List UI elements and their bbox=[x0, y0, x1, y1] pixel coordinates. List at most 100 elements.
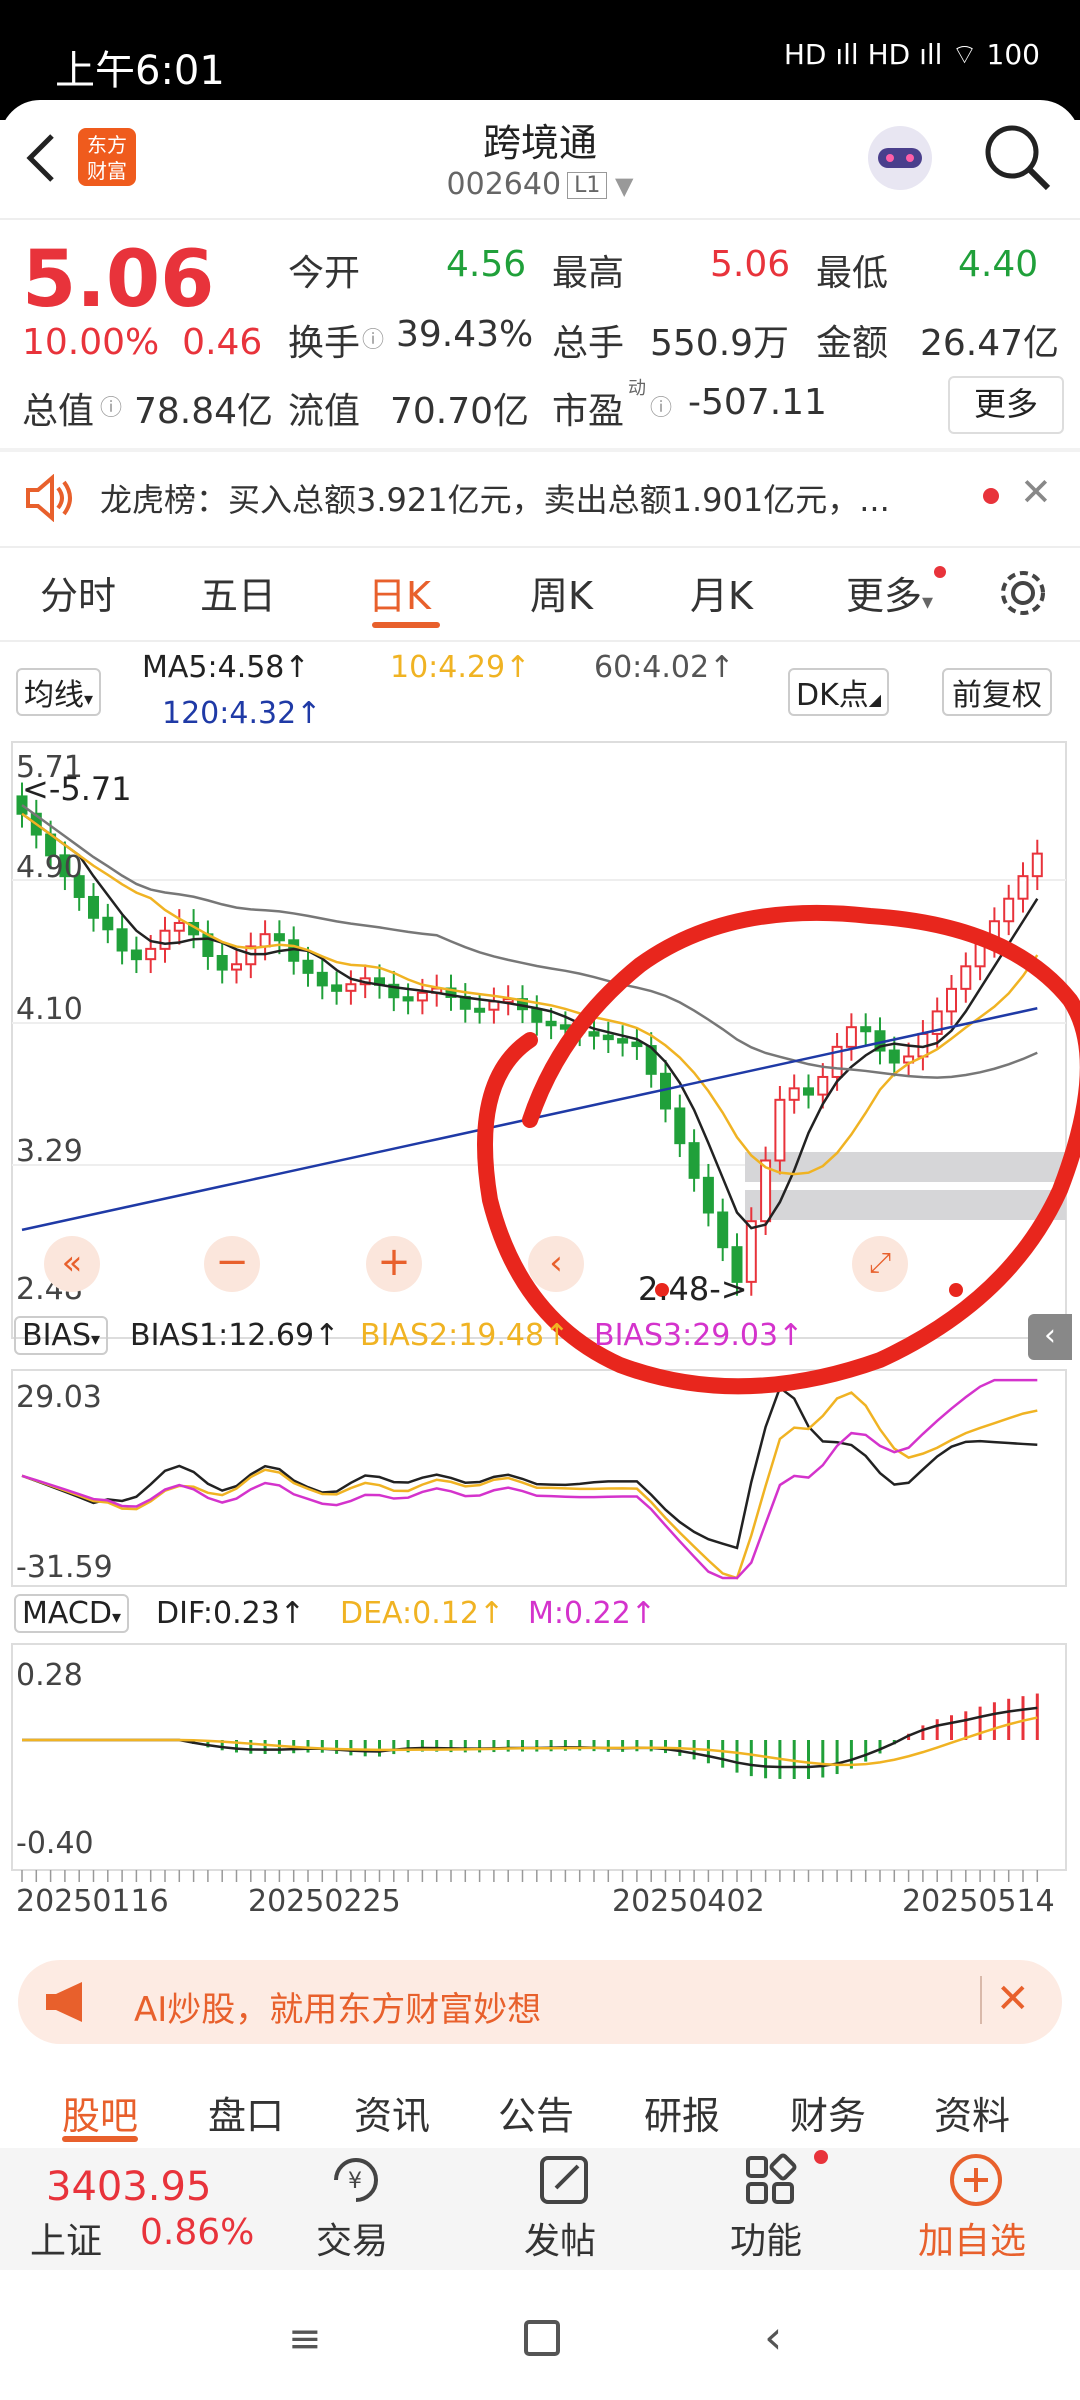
date-tick-4: 20250514 bbox=[902, 1884, 1055, 1919]
tab-news[interactable]: 资讯 bbox=[354, 2085, 430, 2140]
stock-code: 002640 bbox=[446, 167, 562, 202]
bias-panel-frame bbox=[11, 1369, 1067, 1587]
candle-body bbox=[402, 996, 414, 1002]
candle-body bbox=[88, 895, 99, 919]
divider bbox=[0, 546, 1080, 548]
home-icon[interactable] bbox=[524, 2320, 560, 2356]
previous-button[interactable]: ‹ bbox=[528, 1236, 584, 1292]
info-icon[interactable]: ⓘ bbox=[362, 322, 384, 354]
candle-body bbox=[102, 916, 114, 931]
candle-body bbox=[531, 1008, 543, 1023]
menu-icon[interactable]: ≡ bbox=[288, 2316, 322, 2362]
close-icon[interactable]: ✕ bbox=[1020, 470, 1052, 514]
info-icon[interactable]: ⓘ bbox=[650, 390, 672, 422]
tab-finance[interactable]: 财务 bbox=[790, 2085, 866, 2140]
back-nav-icon[interactable]: ‹ bbox=[764, 2310, 782, 2364]
add-watchlist-icon[interactable] bbox=[948, 2152, 1004, 2208]
tab-more[interactable]: 更多▾ bbox=[846, 565, 933, 620]
more-button[interactable]: 更多 bbox=[948, 376, 1064, 434]
candle-body bbox=[688, 1142, 700, 1179]
tab-profile[interactable]: 资料 bbox=[934, 2085, 1010, 2140]
candle-body bbox=[888, 1049, 900, 1064]
unread-dot bbox=[983, 488, 999, 504]
candle-body bbox=[316, 971, 328, 987]
candle-body bbox=[1031, 852, 1043, 878]
macd-top-tick: 0.28 bbox=[16, 1658, 83, 1693]
tab-announcement[interactable]: 公告 bbox=[498, 2085, 574, 2140]
post-label: 发帖 bbox=[524, 2221, 597, 2262]
status-time: 上午6:01 bbox=[55, 48, 225, 94]
tab-timeshare[interactable]: 分时 bbox=[40, 565, 116, 620]
bias1-line bbox=[21, 1385, 1038, 1550]
pe-superscript: 动 bbox=[628, 378, 646, 399]
candle-body bbox=[116, 928, 128, 952]
bias-selector[interactable]: BIAS▾ bbox=[14, 1316, 109, 1355]
tab-guba[interactable]: 股吧 bbox=[62, 2085, 138, 2140]
news-text: 龙虎榜：买入总额3.921亿元，卖出总额1.901亿元，... bbox=[100, 481, 890, 519]
volume-label: 总手 bbox=[552, 323, 625, 364]
candle-body bbox=[216, 954, 228, 971]
ai-banner-text: AI炒股，就用东方财富妙想 bbox=[134, 1990, 542, 2030]
rewind-button[interactable]: « bbox=[44, 1236, 100, 1292]
low-value: 4.40 bbox=[958, 244, 1039, 285]
search-icon[interactable] bbox=[980, 120, 1056, 196]
tab-pankou[interactable]: 盘口 bbox=[208, 2085, 284, 2140]
turnover-value: 39.43% bbox=[396, 314, 534, 355]
divider bbox=[980, 1976, 982, 2024]
collapse-panel-button[interactable]: ‹ bbox=[1028, 1314, 1072, 1360]
bias3-line bbox=[21, 1378, 1038, 1580]
tab-monthly-k[interactable]: 月K bbox=[690, 565, 753, 620]
add-watchlist-label: 加自选 bbox=[918, 2221, 1027, 2262]
ma-selector[interactable]: 均线▾ bbox=[16, 668, 102, 716]
robot-avatar-icon[interactable] bbox=[860, 118, 940, 198]
candle-body bbox=[674, 1107, 686, 1145]
bias2-line bbox=[21, 1391, 1038, 1580]
tab-five-day[interactable]: 五日 bbox=[200, 565, 276, 620]
macd-selector[interactable]: MACD▾ bbox=[14, 1594, 129, 1633]
ytick-4: 3.29 bbox=[16, 1134, 83, 1169]
candle-body bbox=[788, 1087, 800, 1101]
candle-body bbox=[259, 933, 271, 948]
low-label: 最低 bbox=[816, 253, 889, 294]
zoom-out-button[interactable]: − bbox=[204, 1236, 260, 1292]
candle-body bbox=[1017, 875, 1029, 900]
candle-body bbox=[173, 921, 185, 932]
post-icon[interactable] bbox=[536, 2152, 592, 2208]
tab-daily-k[interactable]: 日K bbox=[368, 565, 431, 620]
info-icon[interactable]: ⓘ bbox=[100, 390, 122, 422]
candle-body bbox=[273, 933, 285, 942]
chevron-down-icon: ▾ bbox=[111, 1607, 121, 1628]
candle-body bbox=[631, 1041, 643, 1048]
index-change: 0.86% bbox=[140, 2212, 255, 2253]
candle-body bbox=[302, 959, 314, 974]
functions-icon[interactable] bbox=[742, 2152, 798, 2208]
tab-research[interactable]: 研报 bbox=[644, 2085, 720, 2140]
close-icon[interactable]: ✕ bbox=[996, 1976, 1030, 2022]
marker-dot bbox=[949, 1283, 963, 1297]
mktcap-value: 78.84亿 bbox=[134, 391, 274, 432]
trade-icon[interactable]: ¥ bbox=[326, 2152, 386, 2208]
ytick-3: 4.10 bbox=[16, 992, 83, 1027]
divider bbox=[0, 218, 1080, 220]
divider bbox=[0, 640, 1080, 642]
bias1-label: BIAS1:12.69↑ bbox=[130, 1318, 340, 1353]
tab-more-label: 更多 bbox=[846, 574, 923, 618]
active-tab-indicator bbox=[62, 2136, 138, 2142]
candle-body bbox=[817, 1075, 829, 1096]
high-value: 5.06 bbox=[710, 244, 791, 285]
index-name: 上证 bbox=[30, 2221, 103, 2262]
gear-icon[interactable] bbox=[996, 566, 1050, 620]
volume-value: 550.9万 bbox=[650, 323, 790, 364]
index-value[interactable]: 3403.95 bbox=[46, 2164, 211, 2210]
turnover-label: 换手 bbox=[288, 323, 361, 364]
dk-label: DK点 bbox=[796, 678, 869, 713]
adjust-button[interactable]: 前复权 bbox=[942, 668, 1052, 716]
candle-body bbox=[617, 1038, 629, 1044]
tab-weekly-k[interactable]: 周K bbox=[530, 565, 593, 620]
zoom-in-button[interactable]: + bbox=[366, 1236, 422, 1292]
candle-body bbox=[602, 1034, 614, 1041]
dk-point-button[interactable]: DK点◢ bbox=[788, 668, 890, 716]
fullscreen-icon[interactable]: ⤢ bbox=[852, 1236, 908, 1292]
candle-body bbox=[416, 991, 428, 1002]
ma5-label: MA5:4.58↑ bbox=[142, 650, 310, 685]
